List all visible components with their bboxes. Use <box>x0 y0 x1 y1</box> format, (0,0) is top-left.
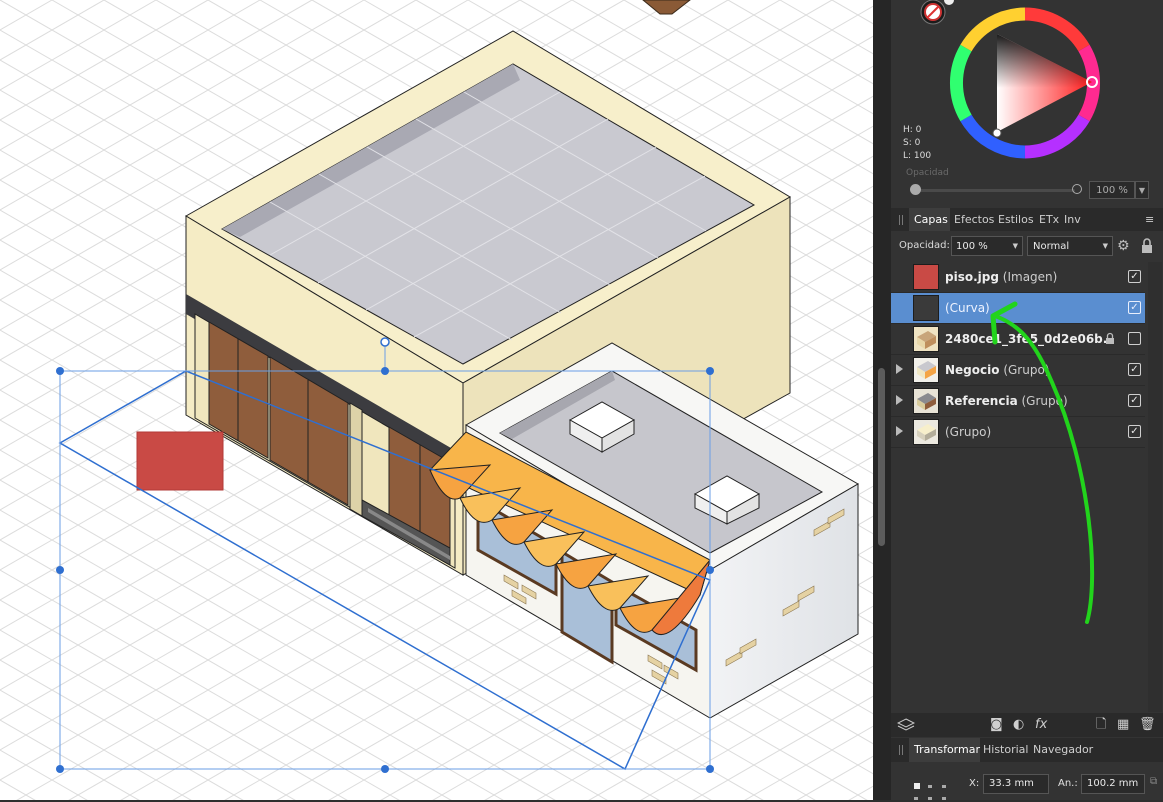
chevron-down-icon: ▼ <box>1102 242 1108 250</box>
canvas-vertical-scrollbar[interactable] <box>873 0 891 800</box>
rotation-handle[interactable] <box>380 337 390 347</box>
visibility-checkbox[interactable]: ✓ <box>1128 270 1141 283</box>
x-label: X: <box>969 778 980 789</box>
expand-arrow-icon[interactable] <box>896 364 903 374</box>
layers-toolbar: ◙ ◐ fx 🗋 ▦ 🗑 <box>891 713 1163 737</box>
visibility-checkbox[interactable]: ✓ <box>1128 425 1141 438</box>
handle-bottom-middle[interactable] <box>381 765 389 773</box>
transform-panel: X: 33.3 mm An.: 100.2 mm ⧉ <box>891 762 1163 800</box>
lock-icon[interactable] <box>1105 332 1115 345</box>
opacity-slider-knob[interactable] <box>910 184 921 195</box>
layers-stack-icon[interactable] <box>897 717 915 733</box>
tab-estilos[interactable]: Estilos <box>998 208 1034 231</box>
layer-opacity-label: Opacidad: <box>899 240 950 251</box>
opacity-max-marker <box>1072 184 1082 194</box>
handle-top-right[interactable] <box>706 367 714 375</box>
tab-capas[interactable]: Capas <box>909 208 950 231</box>
expand-arrow-icon[interactable] <box>896 426 903 436</box>
layer-thumbnail <box>913 326 939 352</box>
bottom-panel-tabs: Transformar Historial Navegador <box>891 738 1163 762</box>
panel-grip-icon[interactable] <box>899 745 903 755</box>
tab-navegador[interactable]: Navegador <box>1033 738 1093 762</box>
group-icon[interactable]: ▦ <box>1117 717 1129 733</box>
visibility-checkbox[interactable]: ✓ <box>1128 394 1141 407</box>
width-field[interactable]: 100.2 mm <box>1081 774 1145 794</box>
handle-top-middle[interactable] <box>381 367 389 375</box>
visibility-checkbox[interactable] <box>1128 332 1141 345</box>
handle-bottom-right[interactable] <box>706 765 714 773</box>
color-opacity-dropdown[interactable]: ▼ <box>1135 181 1149 199</box>
fx-icon[interactable]: fx <box>1035 717 1047 733</box>
lightness-readout: L: 100 <box>903 151 932 161</box>
annotation-arrow <box>990 301 1095 624</box>
mask-icon[interactable]: ◙ <box>990 717 1003 733</box>
panel-grip-icon[interactable] <box>899 215 903 225</box>
blend-mode-value: Normal <box>1033 241 1070 252</box>
trash-icon[interactable]: 🗑 <box>1139 717 1156 733</box>
saturation-readout: S: 0 <box>903 138 921 148</box>
tab-efectos[interactable]: Efectos <box>954 208 994 231</box>
canvas-scroll-thumb[interactable] <box>878 368 885 546</box>
color-opacity-field[interactable]: 100 % <box>1089 181 1135 199</box>
chevron-down-icon: ▼ <box>1012 242 1018 250</box>
layer-thumbnail <box>913 264 939 290</box>
lock-icon[interactable] <box>1140 237 1154 255</box>
add-layer-icon[interactable]: 🗋 <box>1096 717 1106 733</box>
layer-name: piso.jpg <box>945 270 999 284</box>
color-opacity-slider[interactable] <box>911 189 1075 192</box>
visibility-checkbox[interactable]: ✓ <box>1128 363 1141 376</box>
layers-scrollbar[interactable] <box>1148 262 1162 712</box>
link-icon[interactable]: ⧉ <box>1150 776 1157 787</box>
saturation-lightness-marker[interactable] <box>992 128 1002 138</box>
layer-thumbnail <box>913 388 939 414</box>
handle-middle-left[interactable] <box>56 566 64 574</box>
gear-icon[interactable]: ⚙ <box>1117 237 1130 255</box>
layer-thumbnail <box>913 295 939 321</box>
tab-etx[interactable]: ETx <box>1039 208 1059 231</box>
handle-middle-right[interactable] <box>706 566 714 574</box>
x-field[interactable]: 33.3 mm <box>983 774 1049 794</box>
layer-opacity-value: 100 % <box>956 241 988 252</box>
tab-inv[interactable]: Inv <box>1064 208 1081 231</box>
floor-texture-image[interactable] <box>137 432 223 490</box>
panel-tabs: Capas Efectos Estilos ETx Inv ≡ <box>891 208 1163 231</box>
canvas-artwork <box>0 0 873 800</box>
panel-menu-icon[interactable]: ≡ <box>1145 208 1154 231</box>
layer-thumbnail <box>913 357 939 383</box>
hue-readout: H: 0 <box>903 125 922 135</box>
handle-top-left[interactable] <box>56 367 64 375</box>
layer-thumbnail <box>913 419 939 445</box>
color-opacity-label: Opacidad <box>906 168 949 178</box>
color-wheel[interactable] <box>949 4 1101 164</box>
visibility-checkbox[interactable]: ✓ <box>1128 301 1141 314</box>
document-canvas[interactable] <box>0 0 873 800</box>
handle-bottom-left[interactable] <box>56 765 64 773</box>
layer-opacity-field[interactable]: 100 % ▼ <box>951 236 1023 256</box>
anchor-point-grid[interactable] <box>913 782 951 802</box>
layer-row-piso[interactable]: piso.jpg (Imagen) ✓ <box>891 262 1145 293</box>
layer-type: (Imagen) <box>1002 270 1058 284</box>
tab-transformar[interactable]: Transformar <box>909 738 980 762</box>
adjustment-icon[interactable]: ◐ <box>1013 717 1024 733</box>
width-label: An.: <box>1058 778 1078 789</box>
blend-mode-select[interactable]: Normal ▼ <box>1027 236 1113 256</box>
studio-panel: H: 0 S: 0 L: 100 Opacidad 100 % ▼ Capas … <box>891 0 1163 800</box>
expand-arrow-icon[interactable] <box>896 395 903 405</box>
tab-historial[interactable]: Historial <box>983 738 1028 762</box>
